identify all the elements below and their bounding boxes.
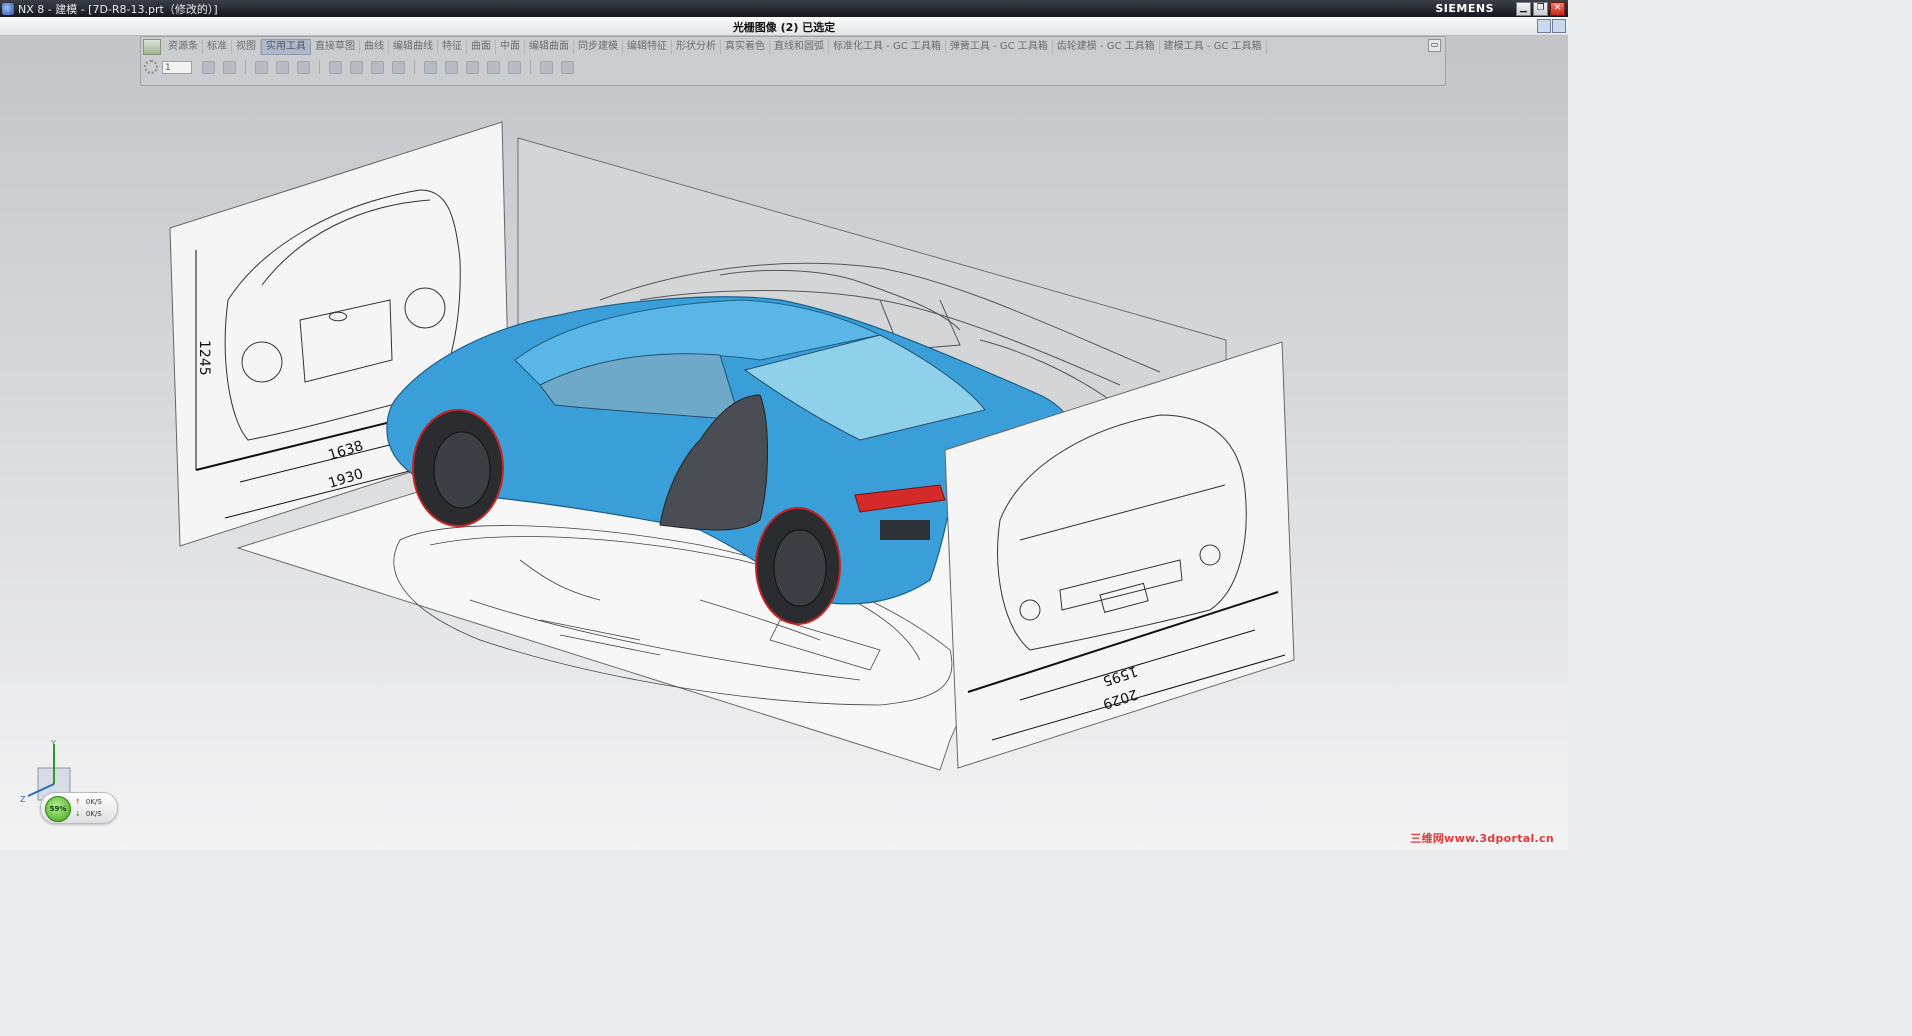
upload-rate: ↑ 0K/S — [75, 798, 102, 806]
display-icon[interactable] — [508, 60, 521, 74]
tab-mid-surface[interactable]: 中面 — [496, 39, 525, 54]
layer-settings-icon[interactable] — [223, 60, 236, 74]
load-gauge: 59% — [45, 796, 71, 822]
status-bar: 光栅图像 (2) 已选定 — [0, 17, 1568, 36]
toolbar-divider — [245, 60, 246, 74]
tab-edit-feature[interactable]: 编辑特征 — [623, 39, 672, 54]
tab-resource-bar[interactable]: 资源条 — [164, 39, 203, 54]
rear-grille — [880, 520, 930, 540]
download-arrow-icon: ↓ — [75, 810, 81, 818]
triad-z-label: Z — [20, 795, 26, 804]
brush-icon[interactable] — [561, 60, 574, 74]
tab-feature[interactable]: 特征 — [438, 39, 467, 54]
snap-point-icon[interactable] — [276, 60, 289, 74]
copy-icon[interactable] — [202, 60, 215, 74]
ribbon-collapse-icon[interactable]: ▭ — [1428, 39, 1441, 52]
tab-direct-sketch[interactable]: 直接草图 — [311, 39, 360, 54]
hide-icon[interactable] — [466, 60, 479, 74]
tab-curve[interactable]: 曲线 — [360, 39, 389, 54]
measure-distance-icon[interactable] — [371, 60, 384, 74]
tape-icon[interactable] — [540, 60, 553, 74]
close-icon[interactable]: ✕ — [1550, 2, 1565, 16]
toolbar-divider — [319, 60, 320, 74]
tab-edit-surface[interactable]: 编辑曲面 — [525, 39, 574, 54]
status-message: 光栅图像 (2) 已选定 — [732, 21, 836, 34]
triad-y-label: Y — [50, 740, 56, 748]
tab-standard[interactable]: 标准 — [203, 39, 232, 54]
front-wheel — [412, 409, 504, 527]
rear-wheel — [755, 507, 841, 625]
window-titlebar: NX 8 - 建模 - [7D-R8-13.prt（修改的）] SIEMENS … — [0, 0, 1568, 17]
upload-arrow-icon: ↑ — [75, 798, 81, 806]
tab-utility-tools[interactable]: 实用工具 — [261, 38, 311, 55]
show-icon[interactable] — [487, 60, 500, 74]
tab-gc-spring-tools[interactable]: 弹簧工具 - GC 工具箱 — [946, 39, 1053, 54]
gear-icon[interactable] — [144, 60, 158, 74]
app-icon[interactable] — [2, 2, 14, 15]
tab-view[interactable]: 视图 — [232, 39, 261, 54]
ribbon-toolbar: 资源条 标准 视图 实用工具 直接草图 曲线 编辑曲线 特征 曲面 中面 编辑曲… — [140, 36, 1446, 86]
wcs-icon[interactable] — [329, 60, 342, 74]
select-icon[interactable] — [350, 60, 363, 74]
front-height-dimension: 1245 — [196, 340, 212, 376]
ribbon-tabs: 资源条 标准 视图 实用工具 直接草图 曲线 编辑曲线 特征 曲面 中面 编辑曲… — [141, 38, 1445, 55]
grid-icon[interactable] — [424, 60, 437, 74]
restore-icon[interactable]: ❐ — [1533, 2, 1548, 16]
point-icon[interactable] — [297, 60, 310, 74]
tab-gc-standard-tools[interactable]: 标准化工具 - GC 工具箱 — [829, 39, 946, 54]
tab-gc-gear-modeling[interactable]: 齿轮建模 - GC 工具箱 — [1053, 39, 1160, 54]
watermark: 三维网www.3dportal.cn — [1410, 832, 1554, 845]
tool-row: 1 — [141, 56, 1445, 78]
fullscreen-icon[interactable] — [1537, 19, 1551, 33]
minimize-icon[interactable]: ▁ — [1516, 2, 1531, 16]
layer-icon[interactable] — [445, 60, 458, 74]
download-rate: ↓ 0K/S — [75, 810, 102, 818]
tab-gc-modeling-tools[interactable]: 建模工具 - GC 工具箱 — [1160, 39, 1267, 54]
model-scene[interactable]: 1245 1638 1930 1595 2029 — [0, 36, 1568, 850]
tab-true-shading[interactable]: 真实着色 — [721, 39, 770, 54]
layer-select[interactable]: 1 — [162, 60, 192, 74]
tab-lines-arcs[interactable]: 直线和圆弧 — [770, 39, 829, 54]
tab-edit-curve[interactable]: 编辑曲线 — [389, 39, 438, 54]
toolbar-divider — [414, 60, 415, 74]
tab-shape-analysis[interactable]: 形状分析 — [672, 39, 721, 54]
resource-bar-icon[interactable] — [143, 38, 161, 55]
graphics-viewport[interactable]: 1245 1638 1930 1595 2029 Y Z 59% ↑ 0K/S … — [0, 36, 1568, 850]
measure-angle-icon[interactable] — [392, 60, 405, 74]
brand-logo: SIEMENS — [1435, 2, 1494, 15]
tab-synchronous-modeling[interactable]: 同步建模 — [574, 39, 623, 54]
tab-surface[interactable]: 曲面 — [467, 39, 496, 54]
move-object-icon[interactable] — [255, 60, 268, 74]
toolbar-divider — [530, 60, 531, 74]
performance-monitor[interactable]: 59% ↑ 0K/S ↓ 0K/S — [40, 792, 118, 824]
window-title: NX 8 - 建模 - [7D-R8-13.prt（修改的）] — [18, 2, 218, 16]
window-mode-icon[interactable] — [1552, 19, 1566, 33]
